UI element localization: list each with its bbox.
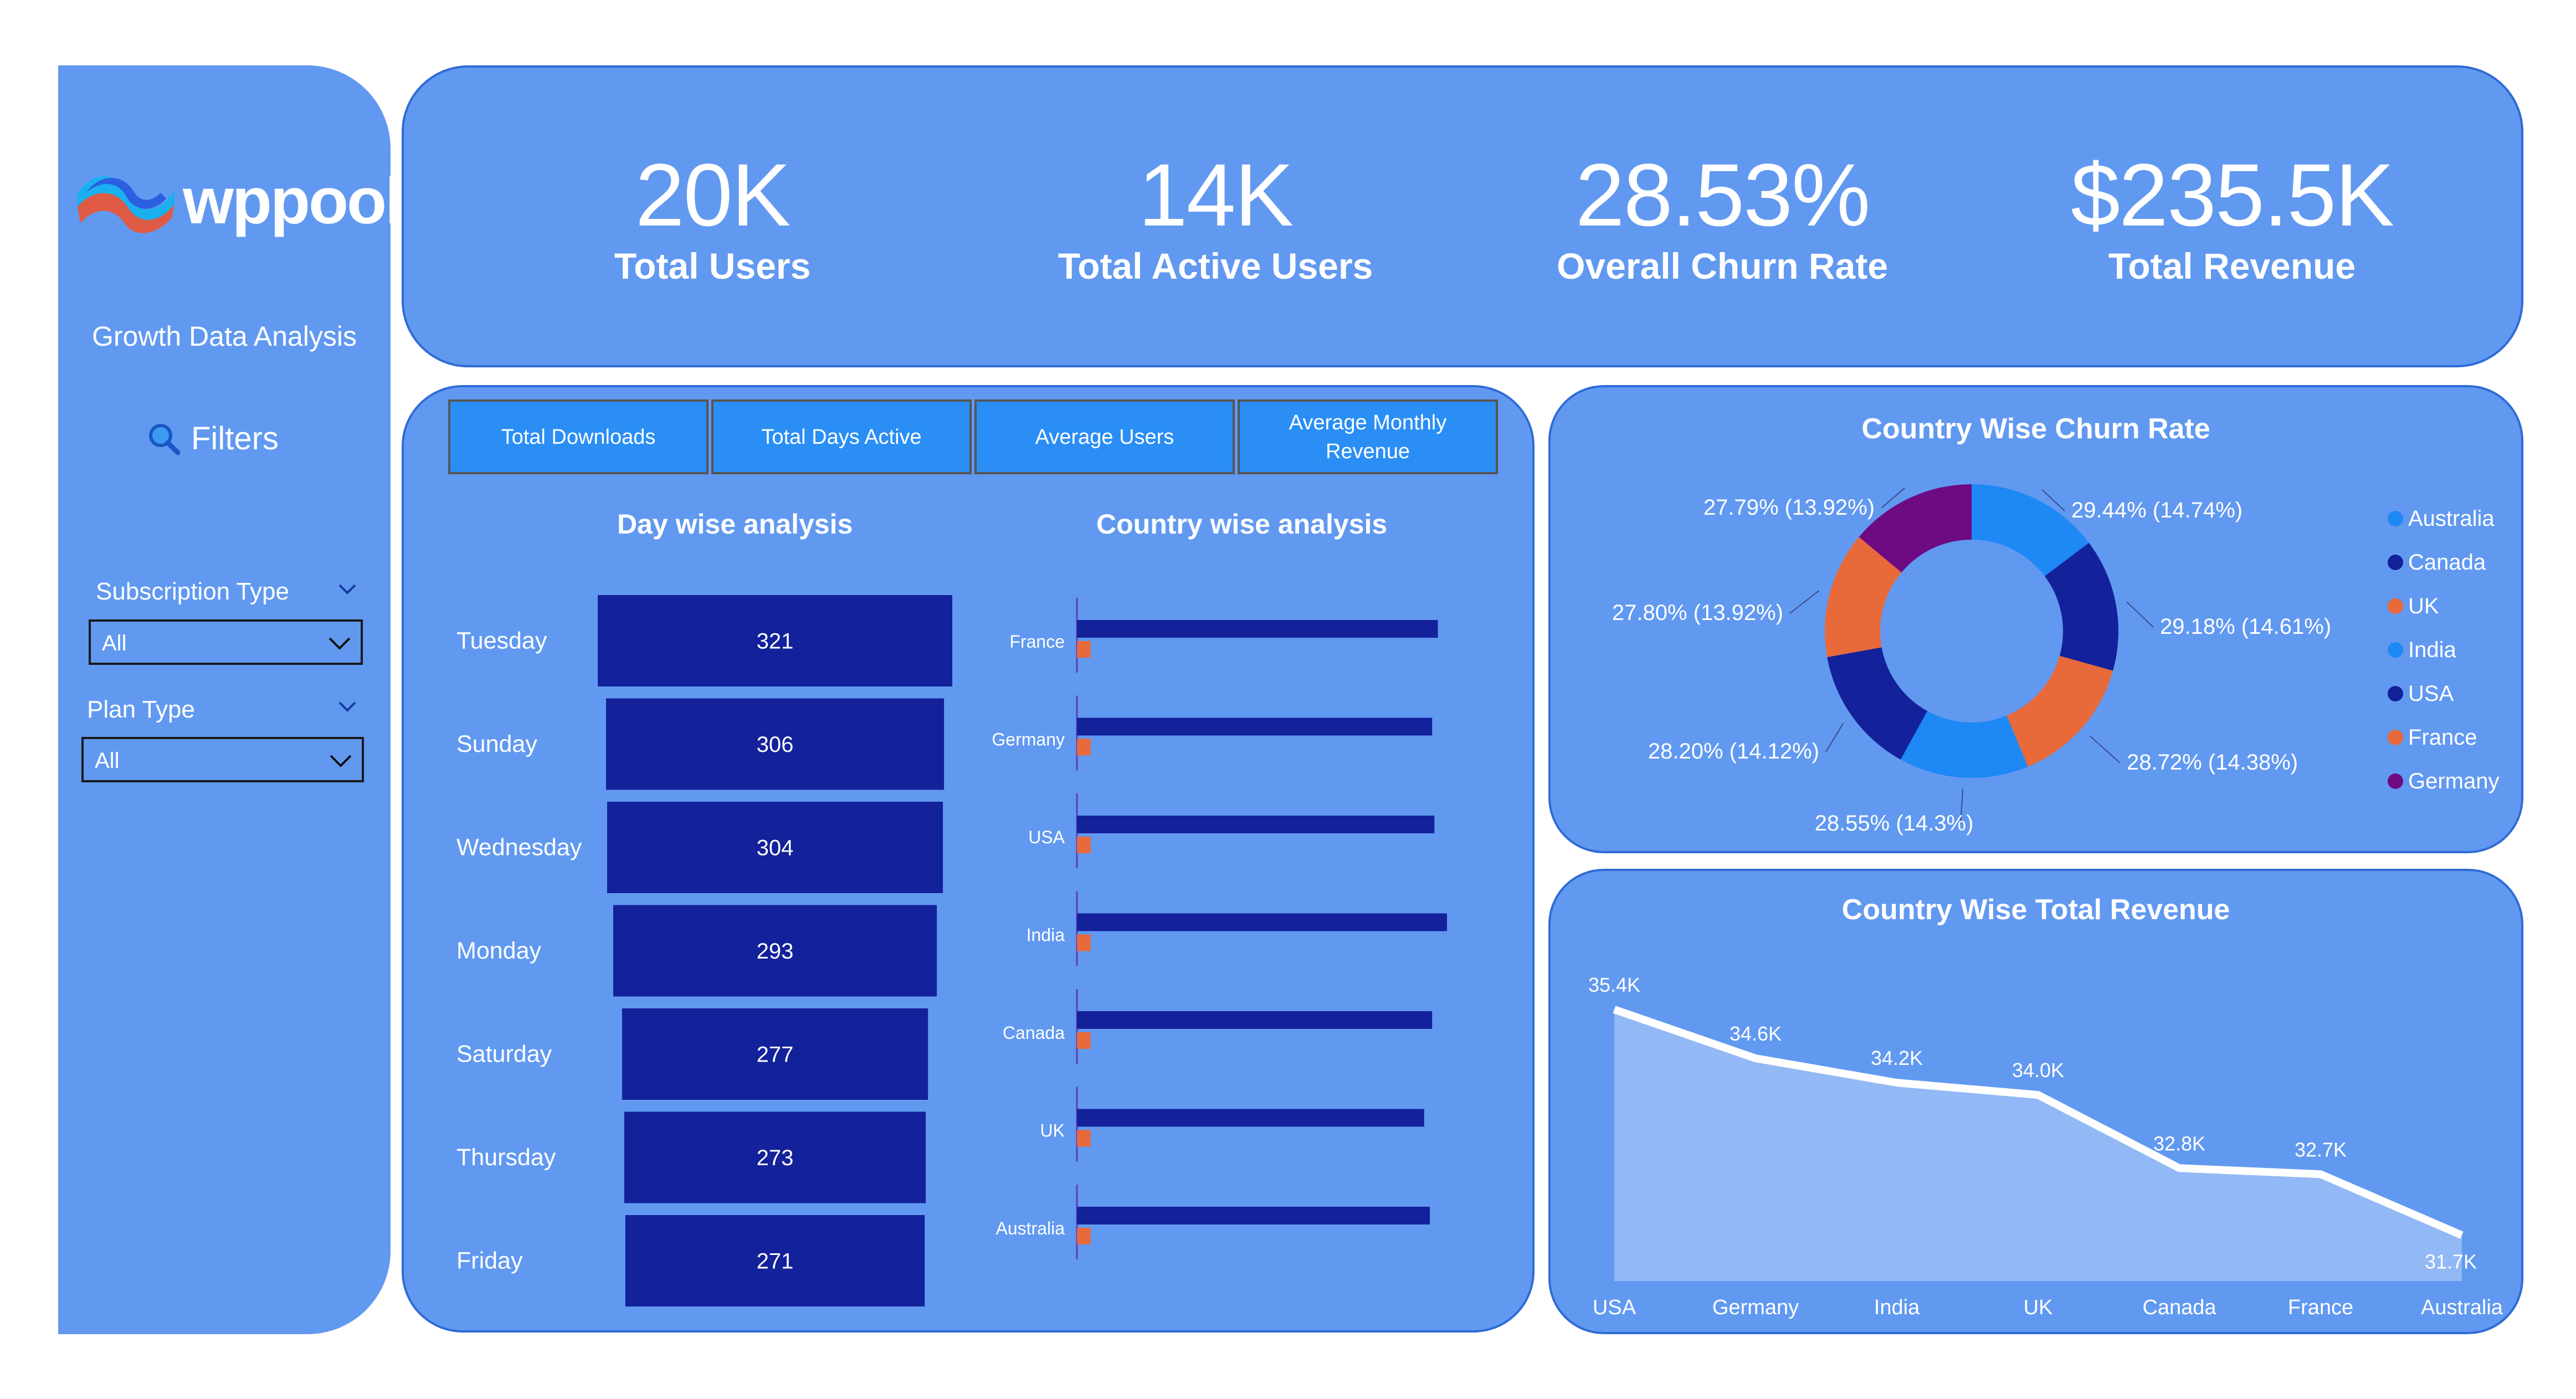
revenue-data-label: 31.7K bbox=[2425, 1250, 2477, 1273]
kpi-value: 28.53% bbox=[1575, 145, 1871, 244]
country-bar[interactable] bbox=[1077, 718, 1433, 736]
legend-marker bbox=[2388, 511, 2403, 526]
donut-leader-line bbox=[1825, 722, 1844, 752]
country-bar-secondary[interactable] bbox=[1077, 739, 1091, 756]
kpi-total-users: 20K Total Users bbox=[463, 151, 962, 287]
kpi-value: $235.5K bbox=[2070, 145, 2394, 244]
revenue-x-tick: India bbox=[1874, 1296, 1920, 1319]
legend-entry[interactable]: USA bbox=[2408, 681, 2454, 706]
revenue-data-label: 34.0K bbox=[2012, 1059, 2064, 1082]
country-bar-secondary[interactable] bbox=[1077, 1032, 1091, 1049]
kpi-panel: 20K Total Users 14K Total Active Users 2… bbox=[402, 65, 2523, 367]
country-label: UK bbox=[1040, 1121, 1065, 1141]
country-label: Canada bbox=[1003, 1023, 1065, 1043]
country-bar-secondary[interactable] bbox=[1077, 837, 1091, 853]
revenue-x-tick: Germany bbox=[1712, 1296, 1799, 1319]
revenue-data-label: 34.6K bbox=[1730, 1022, 1782, 1045]
revenue-area-chart: 35.4K USA 34.6K Germany 34.2K India 34.0K UK 32.… bbox=[1588, 973, 2503, 1319]
legend-entry[interactable]: France bbox=[2408, 725, 2477, 750]
churn-donut-chart: 29.44% (14.74%) 29.18% (14.61%) 28.72% (14… bbox=[1612, 484, 2500, 836]
country-label: Germany bbox=[992, 730, 1065, 750]
legend-marker bbox=[2388, 773, 2403, 789]
legend-marker bbox=[2388, 686, 2403, 701]
legend-entry[interactable]: Australia bbox=[2408, 506, 2495, 531]
subscription-type-dropdown[interactable]: All bbox=[89, 619, 363, 665]
country-wise-chart: France Germany USA India Canada UK Australia bbox=[992, 598, 1447, 1259]
plan-type-label: Plan Type bbox=[87, 696, 195, 723]
donut-data-label: 28.55% (14.3%) bbox=[1815, 811, 1974, 836]
analysis-panel: Total Downloads Total Days Active Averag… bbox=[402, 385, 1535, 1333]
subscription-type-value: All bbox=[102, 631, 127, 655]
chevron-down-icon bbox=[330, 755, 352, 767]
wppool-logo: wppool bbox=[72, 160, 403, 248]
country-bar-secondary[interactable] bbox=[1077, 1228, 1091, 1244]
country-bar[interactable] bbox=[1077, 1109, 1424, 1127]
donut-data-label: 28.72% (14.38%) bbox=[2127, 750, 2298, 775]
kpi-label: Overall Churn Rate bbox=[1557, 245, 1888, 286]
country-label: India bbox=[1027, 925, 1065, 945]
revenue-x-tick: USA bbox=[1593, 1296, 1636, 1319]
donut-data-label: 29.44% (14.74%) bbox=[2071, 498, 2243, 522]
kpi-total-active-users: 14K Total Active Users bbox=[966, 151, 1465, 287]
report-subtitle: Growth Data Analysis bbox=[92, 321, 357, 352]
logo-text: wppool bbox=[183, 165, 403, 238]
country-bar[interactable] bbox=[1077, 913, 1447, 931]
wppool-logo-icon bbox=[78, 176, 175, 233]
filters-label: Filters bbox=[191, 421, 279, 457]
kpi-value: 14K bbox=[1138, 145, 1294, 244]
legend-marker bbox=[2388, 598, 2403, 614]
revenue-x-tick: Australia bbox=[2421, 1296, 2503, 1319]
filters-heading: Filters bbox=[147, 420, 279, 457]
chevron-down-icon bbox=[329, 637, 351, 650]
country-bar[interactable] bbox=[1077, 1011, 1433, 1029]
revenue-panel: Country Wise Total Revenue 35.4K USA 34.6K… bbox=[1548, 869, 2523, 1334]
chevron-down-icon[interactable] bbox=[338, 697, 357, 716]
chevron-down-icon[interactable] bbox=[338, 580, 357, 598]
churn-rate-panel: Country Wise Churn Rate 29.44% (14.74%) 2… bbox=[1548, 385, 2523, 853]
revenue-data-label: 32.7K bbox=[2295, 1138, 2347, 1161]
kpi-value: 20K bbox=[635, 145, 791, 244]
kpi-label: Total Users bbox=[614, 245, 811, 286]
legend-entry[interactable]: Canada bbox=[2408, 550, 2486, 575]
country-bar[interactable] bbox=[1077, 620, 1438, 638]
search-icon bbox=[149, 423, 181, 455]
donut-leader-line bbox=[2089, 735, 2121, 763]
donut-leader-line bbox=[1789, 590, 1820, 614]
kpi-label: Total Revenue bbox=[2108, 245, 2356, 286]
legend-entry[interactable]: India bbox=[2408, 638, 2456, 662]
filters-sidebar: wppool Growth Data Analysis Filters Subs… bbox=[58, 65, 403, 1334]
plan-type-value: All bbox=[95, 749, 120, 773]
kpi-total-revenue: $235.5K Total Revenue bbox=[1983, 151, 2481, 287]
legend-marker bbox=[2388, 730, 2403, 745]
revenue-x-tick: France bbox=[2288, 1296, 2353, 1319]
revenue-data-label: 34.2K bbox=[1871, 1047, 1923, 1069]
country-label: France bbox=[1009, 632, 1065, 652]
country-label: USA bbox=[1028, 827, 1065, 847]
legend-marker bbox=[2388, 555, 2403, 570]
kpi-label: Total Active Users bbox=[1058, 245, 1373, 286]
legend-entry[interactable]: Germany bbox=[2408, 769, 2500, 793]
country-label: Australia bbox=[996, 1218, 1065, 1238]
donut-data-label: 27.80% (13.92%) bbox=[1612, 601, 1783, 625]
country-bar[interactable] bbox=[1077, 816, 1435, 833]
country-bar-secondary[interactable] bbox=[1077, 641, 1091, 658]
revenue-x-tick: UK bbox=[2024, 1296, 2053, 1319]
kpi-overall-churn-rate: 28.53% Overall Churn Rate bbox=[1473, 151, 1972, 287]
donut-data-label: 29.18% (14.61%) bbox=[2160, 614, 2331, 639]
revenue-x-tick: Canada bbox=[2142, 1296, 2216, 1319]
country-bar-secondary[interactable] bbox=[1077, 934, 1091, 951]
plan-type-dropdown[interactable]: All bbox=[81, 737, 364, 782]
subscription-type-label: Subscription Type bbox=[96, 578, 289, 605]
donut-data-label: 27.79% (13.92%) bbox=[1703, 495, 1875, 520]
revenue-data-label: 35.4K bbox=[1588, 973, 1640, 996]
legend-entry[interactable]: UK bbox=[2408, 594, 2439, 618]
donut-data-label: 28.20% (14.12%) bbox=[1648, 739, 1819, 763]
country-bar-secondary[interactable] bbox=[1077, 1130, 1091, 1147]
country-bar[interactable] bbox=[1077, 1207, 1430, 1224]
donut-leader-line bbox=[2126, 601, 2154, 628]
legend-marker bbox=[2388, 642, 2403, 658]
revenue-data-label: 32.8K bbox=[2153, 1132, 2205, 1155]
donut-slice[interactable] bbox=[2007, 655, 2113, 767]
